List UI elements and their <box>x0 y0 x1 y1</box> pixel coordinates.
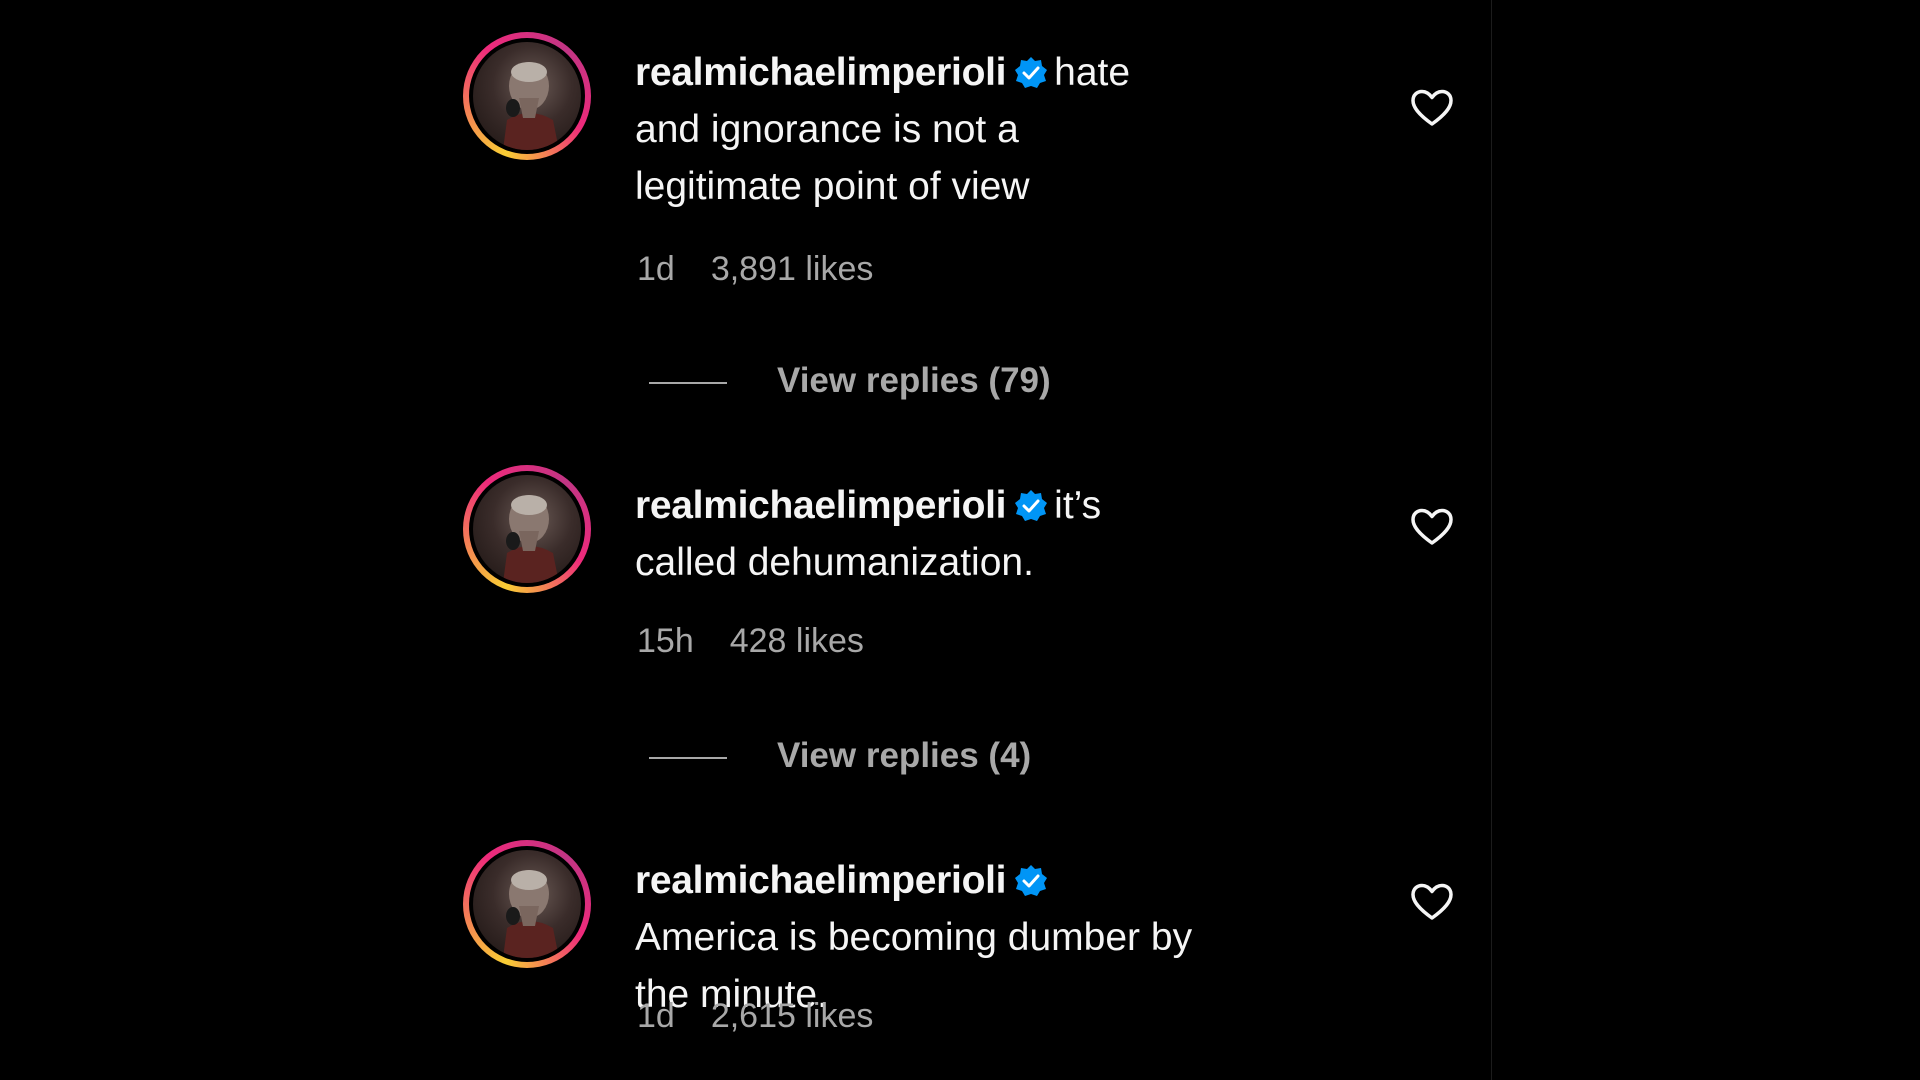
avatar[interactable] <box>463 840 591 968</box>
username-link[interactable]: realmichaelimperioli <box>635 51 1006 94</box>
view-replies-label: View replies (4) <box>777 736 1032 775</box>
avatar[interactable] <box>463 465 591 593</box>
comment-content: realmichaelimperioli hate and ignorance i… <box>635 44 1195 215</box>
like-count[interactable]: 3,891 likes <box>711 250 874 288</box>
heart-icon[interactable] <box>1410 507 1454 547</box>
verified-badge-icon <box>1015 490 1048 521</box>
like-count[interactable]: 2,615 likes <box>711 997 874 1035</box>
comment-meta: 1d 2,615 likes <box>637 997 909 1036</box>
profile-photo-icon <box>503 62 559 150</box>
comment-content: realmichaelimperioli it’s called dehumani… <box>635 477 1195 591</box>
username-link[interactable]: realmichaelimperioli <box>635 859 1006 902</box>
verified-badge-icon <box>1015 865 1048 896</box>
comment-time: 1d <box>637 250 675 288</box>
panel-divider <box>1491 0 1492 1080</box>
replies-dash <box>649 757 727 759</box>
username-link[interactable]: realmichaelimperioli <box>635 484 1006 527</box>
like-count[interactable]: 428 likes <box>730 622 864 660</box>
verified-badge-icon <box>1015 57 1048 88</box>
heart-icon[interactable] <box>1410 882 1454 922</box>
view-replies-label: View replies (79) <box>777 361 1051 400</box>
comment-meta: 1d 3,891 likes <box>637 250 909 289</box>
heart-icon[interactable] <box>1410 88 1454 128</box>
comment-time: 1d <box>637 997 675 1035</box>
avatar[interactable] <box>463 32 591 160</box>
replies-dash <box>649 382 727 384</box>
profile-photo-icon <box>503 495 559 583</box>
comment-time: 15h <box>637 622 694 660</box>
profile-photo-icon <box>503 870 559 958</box>
comment-meta: 15h 428 likes <box>637 622 900 661</box>
